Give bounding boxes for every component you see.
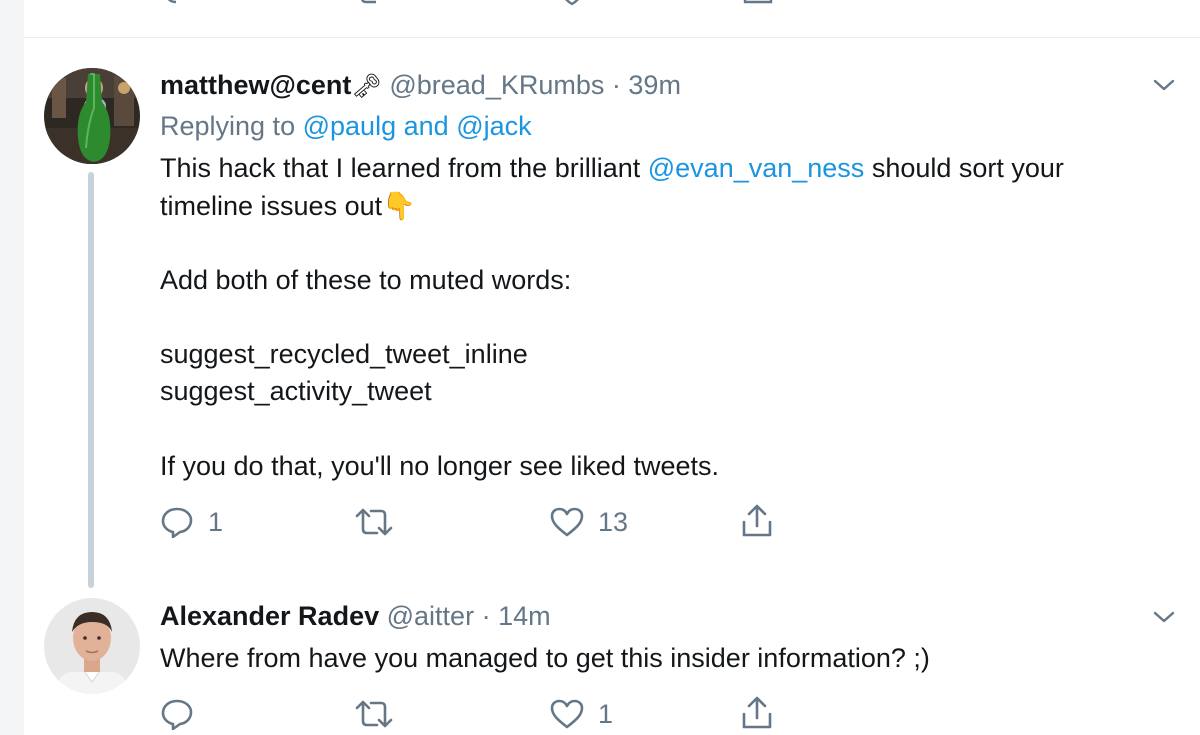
reply-icon[interactable] <box>160 0 190 10</box>
like-button[interactable]: 1 <box>550 699 613 729</box>
share-button[interactable] <box>740 504 774 538</box>
tweet-header: Alexander Radev @aitter · 14m <box>160 599 551 633</box>
timestamp[interactable]: 14m <box>498 601 551 631</box>
tweet-text: should sort your <box>871 153 1064 183</box>
share-icon <box>742 696 772 729</box>
chevron-down-icon[interactable] <box>1152 76 1176 94</box>
previous-tweet-actions <box>0 0 1200 10</box>
like-button[interactable]: 13 <box>550 507 628 537</box>
tweet-text: This hack that I learned from the brilli… <box>160 153 641 183</box>
mention-evan-van-ness[interactable]: @evan_van_ness <box>648 153 865 183</box>
tweet-text-line: suggest_activity_tweet <box>160 376 432 406</box>
tweet-divider <box>24 37 1200 38</box>
like-count: 1 <box>598 699 614 729</box>
author-name[interactable]: Alexander Radev <box>160 601 379 631</box>
share-button[interactable] <box>740 696 774 730</box>
chevron-down-icon[interactable] <box>1152 608 1176 626</box>
retweet-button[interactable] <box>355 699 393 729</box>
mention-jack[interactable]: @jack <box>456 111 531 141</box>
reply-count: 1 <box>208 507 224 537</box>
author-name[interactable]: matthew@cent <box>160 70 351 100</box>
tweet-text-line: Add both of these to muted words: <box>160 265 572 295</box>
like-count: 13 <box>598 507 629 537</box>
separator: · <box>481 601 491 631</box>
tweet-text: Where from have you managed to get this … <box>160 643 930 673</box>
tweet-text-line: If you do that, you'll no longer see lik… <box>160 451 719 481</box>
retweet-icon <box>355 700 393 728</box>
tweet-text-line: This hack that I learned from the brilli… <box>160 151 1064 185</box>
mention-paulg[interactable]: @paulg <box>303 111 396 141</box>
avatar[interactable] <box>44 598 140 694</box>
replying-to: Replying to @paulg and @jack <box>160 109 532 143</box>
avatar[interactable] <box>44 68 140 164</box>
author-handle[interactable]: @bread_KRumbs <box>389 70 604 100</box>
replying-and[interactable]: and <box>404 111 449 141</box>
heart-icon[interactable] <box>555 0 589 10</box>
heart-icon <box>550 507 584 537</box>
retweet-icon[interactable] <box>358 0 392 10</box>
tweet-header: matthew@cent🗝 @bread_KRumbs · 39m <box>160 68 681 104</box>
tweet-text-line: timeline issues out👇 <box>160 189 416 223</box>
reply-button[interactable] <box>160 698 194 730</box>
tweet-text-line: suggest_recycled_tweet_inline <box>160 339 528 369</box>
separator: · <box>611 70 621 100</box>
thread-line <box>88 172 94 588</box>
pointing-down-emoji: 👇 <box>382 191 416 221</box>
heart-icon <box>550 699 584 729</box>
author-handle[interactable]: @aitter <box>387 601 474 631</box>
key-emoji: 🗝 <box>351 73 382 100</box>
share-icon <box>742 504 772 537</box>
tweet-text: timeline issues out <box>160 191 383 221</box>
timestamp[interactable]: 39m <box>628 70 681 100</box>
share-icon[interactable] <box>741 0 775 10</box>
retweet-icon <box>355 508 393 536</box>
retweet-button[interactable] <box>355 507 393 537</box>
reply-button[interactable]: 1 <box>160 506 223 538</box>
reply-icon <box>161 507 193 538</box>
replying-prefix: Replying to <box>160 111 296 141</box>
reply-icon <box>161 699 193 730</box>
